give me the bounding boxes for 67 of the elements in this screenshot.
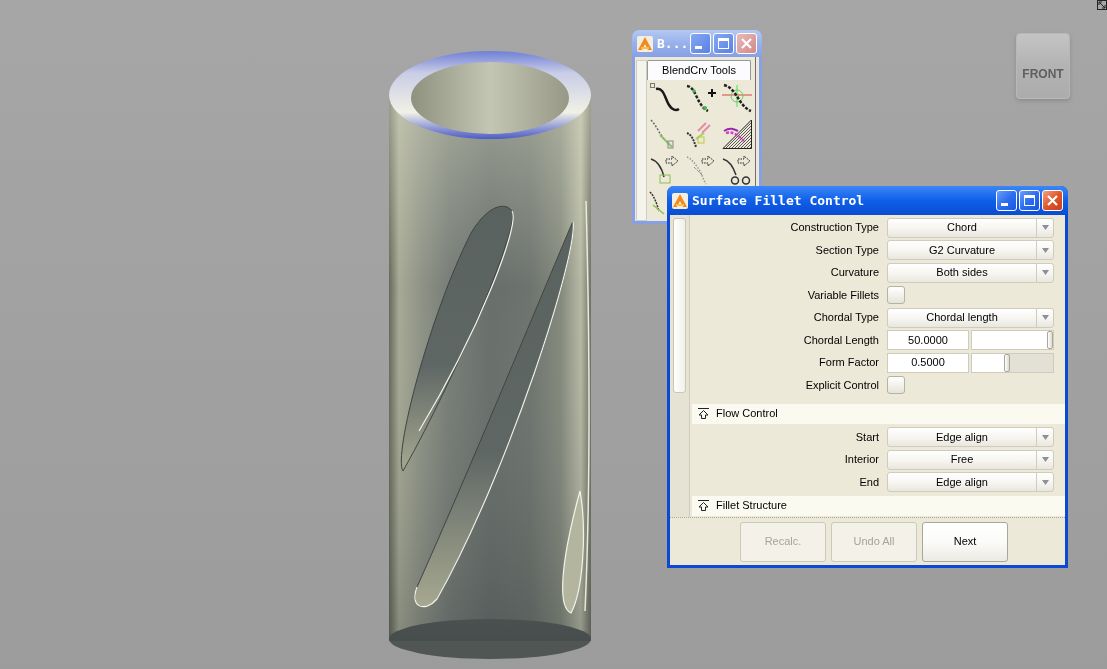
field-label: Interior — [843, 452, 879, 468]
dotted-curve-arrow-icon[interactable] — [686, 155, 716, 185]
curve-icon[interactable] — [649, 191, 665, 215]
curve-plus-icon[interactable] — [686, 83, 716, 113]
s-curve-icon[interactable] — [650, 83, 680, 113]
slider-track[interactable] — [971, 330, 1054, 350]
maximize-icon — [718, 38, 729, 49]
caret-down-icon — [1041, 225, 1049, 230]
minimize-button[interactable] — [996, 190, 1017, 211]
dropdown[interactable]: Edge align — [887, 427, 1054, 447]
field-label: Form Factor — [818, 355, 879, 371]
minimize-button[interactable] — [690, 33, 711, 54]
window-title: B... — [657, 34, 690, 53]
caret-down-icon — [1041, 270, 1049, 275]
field-label: Chordal Length — [802, 332, 879, 348]
slider-thumb[interactable] — [1004, 353, 1011, 372]
maximize-button[interactable] — [1019, 190, 1040, 211]
field-label: Chordal Type — [812, 310, 879, 326]
dropdown[interactable]: Free — [887, 449, 1054, 470]
caret-down-icon — [1041, 479, 1049, 485]
slider-thumb[interactable] — [1047, 331, 1053, 349]
close-icon — [1047, 195, 1058, 206]
field-label: Variable Fillets — [806, 287, 879, 303]
close-button[interactable] — [1042, 190, 1063, 211]
section-header[interactable]: Flow Control — [692, 403, 1065, 424]
app-icon — [637, 35, 653, 52]
collapse-icon — [698, 500, 709, 511]
dropdown[interactable]: Both sides — [887, 262, 1054, 283]
number-field[interactable]: 50.0000 — [887, 330, 969, 350]
slider-track[interactable] — [971, 352, 1054, 373]
number-field[interactable]: 0.5000 — [887, 352, 969, 373]
collapse-icon — [698, 408, 709, 419]
maximize-button[interactable] — [713, 33, 734, 54]
field-label: Start — [854, 429, 879, 445]
dropdown[interactable]: Chordal length — [887, 307, 1054, 328]
field-label: Construction Type — [789, 220, 879, 236]
dropdown[interactable]: Edge align — [887, 472, 1054, 492]
scroll-bar[interactable] — [636, 60, 647, 221]
dropdown[interactable]: G2 Curvature — [887, 240, 1054, 260]
caret-down-icon — [1041, 315, 1049, 320]
close-icon — [741, 38, 752, 49]
maximize-icon — [1024, 195, 1035, 206]
caret-down-icon — [1041, 247, 1049, 253]
action-button[interactable]: Next — [922, 521, 1008, 562]
minimize-icon — [1001, 203, 1008, 206]
scroll-thumb[interactable] — [673, 218, 686, 393]
expand-icon[interactable] — [1097, 0, 1107, 10]
hatched-triangle-icon[interactable] — [722, 119, 752, 149]
caret-down-icon — [1041, 434, 1049, 440]
curve-crosshair-icon[interactable] — [722, 83, 752, 113]
window-title: Surface Fillet Control — [692, 191, 866, 210]
tab[interactable]: BlendCrv Tools — [647, 60, 751, 80]
caret-down-icon — [1041, 457, 1049, 462]
scroll-bar[interactable] — [670, 215, 690, 517]
curve-arrow-icon[interactable] — [650, 155, 680, 185]
app-icon — [672, 192, 688, 209]
checkbox[interactable] — [887, 376, 905, 394]
field-label: Explicit Control — [804, 377, 879, 393]
field-label: Curvature — [829, 265, 879, 281]
field-label: Section Type — [814, 242, 879, 258]
section-header[interactable]: Fillet Structure — [692, 495, 1065, 516]
minimize-icon — [695, 46, 702, 49]
field-label: End — [858, 474, 879, 490]
checkbox[interactable] — [887, 286, 905, 304]
dropdown[interactable]: Chord — [887, 217, 1054, 238]
curve-rings-icon[interactable] — [722, 155, 752, 185]
close-button[interactable] — [736, 33, 757, 54]
